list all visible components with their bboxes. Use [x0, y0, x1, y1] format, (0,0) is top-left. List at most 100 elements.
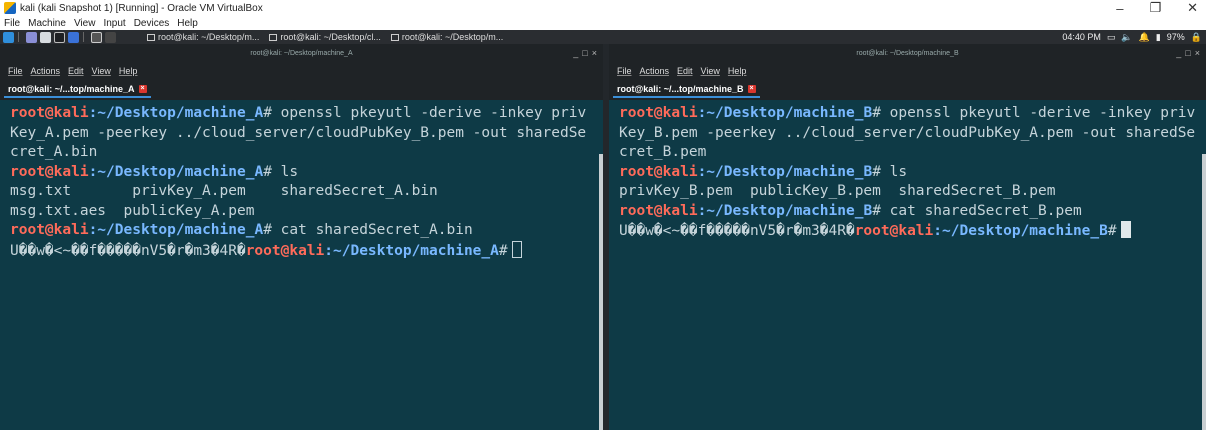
- taskbar-item-cloud[interactable]: root@kali: ~/Desktop/cl...: [266, 31, 383, 43]
- terminal-icon: [147, 33, 155, 41]
- command-text: ls: [880, 163, 908, 180]
- terminal-output[interactable]: root@kali:~/Desktop/machine_A# openssl p…: [0, 100, 603, 265]
- prompt-user: root@kali: [854, 223, 934, 239]
- terminal-tabbar: root@kali: ~/...top/machine_A ×: [0, 80, 603, 100]
- menu-help[interactable]: Help: [177, 18, 198, 29]
- menu-file[interactable]: File: [617, 66, 632, 76]
- menu-input[interactable]: Input: [103, 18, 125, 29]
- maximize-button[interactable]: ❐: [1149, 0, 1161, 16]
- battery-level: 97%: [1166, 32, 1185, 42]
- taskbar-item-machine-a[interactable]: root@kali: ~/Desktop/m...: [144, 31, 262, 43]
- terminal-launcher-icon[interactable]: [54, 31, 65, 43]
- menu-view[interactable]: View: [92, 66, 111, 76]
- workspace-icon[interactable]: [26, 31, 37, 43]
- window-controls: – ❐ ✕: [1116, 0, 1198, 16]
- tab-label: root@kali: ~/...top/machine_A: [8, 84, 135, 94]
- menu-edit[interactable]: Edit: [68, 66, 84, 76]
- ls-output-row: msg.txt privKey_A.pem sharedSecret_A.bin: [10, 183, 438, 199]
- minimize-button[interactable]: –: [1116, 1, 1123, 16]
- minimize-button[interactable]: _: [1176, 48, 1181, 58]
- terminal-tab[interactable]: root@kali: ~/...top/machine_B ×: [613, 82, 760, 98]
- prompt-path: :~/Desktop/machine_A: [88, 222, 264, 238]
- clock[interactable]: 04:40 PM: [1062, 32, 1101, 42]
- command-text: cat sharedSecret_B.pem: [880, 202, 1082, 219]
- workspace-1-icon[interactable]: [91, 31, 102, 43]
- terminal-titlebar: root@kali: ~/Desktop/machine_B _ □ ×: [609, 44, 1206, 62]
- panel-separator: [18, 32, 19, 42]
- system-tray: 04:40 PM ▭ 🔈 🔔 ▮ 97% 🔒: [1062, 30, 1202, 44]
- lock-icon[interactable]: 🔒: [1191, 32, 1202, 43]
- kali-menu-icon[interactable]: [3, 31, 14, 43]
- prompt-path: :~/Desktop/machine_B: [697, 163, 873, 180]
- terminal-titlebar: root@kali: ~/Desktop/machine_A _ □ ×: [0, 44, 603, 62]
- prompt-user: root@kali: [245, 242, 325, 259]
- taskbar-item-machine-b[interactable]: root@kali: ~/Desktop/m...: [388, 31, 506, 43]
- kali-panel: root@kali: ~/Desktop/m... root@kali: ~/D…: [0, 30, 1206, 44]
- close-button[interactable]: ×: [1195, 48, 1200, 58]
- window-title: kali (kali Snapshot 1) [Running] - Oracl…: [20, 2, 263, 14]
- vbox-titlebar: kali (kali Snapshot 1) [Running] - Oracl…: [0, 0, 1206, 16]
- prompt-user: root@kali: [10, 105, 89, 121]
- binary-output: U��w�<~��f�����nV5�r�m3�4R�: [10, 242, 246, 259]
- panel-separator: [83, 32, 84, 42]
- minimize-button[interactable]: _: [573, 48, 578, 58]
- display-icon[interactable]: ▭: [1107, 32, 1116, 43]
- battery-icon[interactable]: ▮: [1156, 32, 1161, 43]
- prompt-user: root@kali: [10, 163, 89, 180]
- notification-bell-icon[interactable]: 🔔: [1139, 32, 1150, 43]
- menu-view[interactable]: View: [74, 18, 96, 29]
- maximize-button[interactable]: □: [1185, 48, 1190, 58]
- volume-icon[interactable]: 🔈: [1121, 32, 1132, 43]
- prompt-user: root@kali: [619, 202, 698, 219]
- terminal-window-machine-a[interactable]: root@kali: ~/Desktop/machine_A _ □ × Fil…: [0, 44, 603, 430]
- virtualbox-icon: [4, 2, 16, 14]
- tab-close-icon[interactable]: ×: [138, 85, 147, 93]
- maximize-button[interactable]: □: [582, 48, 587, 58]
- prompt-path: :~/Desktop/machine_A: [88, 105, 264, 121]
- tab-label: root@kali: ~/...top/machine_B: [617, 84, 744, 94]
- terminal-title: root@kali: ~/Desktop/machine_B: [856, 49, 959, 57]
- text-cursor: [1120, 221, 1131, 238]
- menu-view[interactable]: View: [701, 66, 720, 76]
- file-manager-icon[interactable]: [40, 31, 51, 43]
- terminal-output[interactable]: root@kali:~/Desktop/machine_B# openssl p…: [609, 100, 1206, 246]
- binary-output: U��w�<~��f�����nV5�r�m3�4R�: [619, 223, 855, 239]
- terminal-icon: [390, 33, 399, 41]
- prompt-user: root@kali: [10, 222, 89, 238]
- browser-icon[interactable]: [68, 31, 79, 43]
- menu-devices[interactable]: Devices: [134, 18, 170, 29]
- prompt-symbol: #: [263, 222, 272, 238]
- menu-help[interactable]: Help: [728, 66, 747, 76]
- close-button[interactable]: ×: [592, 48, 597, 58]
- menu-machine[interactable]: Machine: [28, 18, 66, 29]
- text-cursor: [511, 240, 522, 258]
- ls-output-row: msg.txt.aes publicKey_A.pem: [10, 202, 255, 219]
- prompt-symbol: #: [498, 242, 508, 259]
- prompt-path: :~/Desktop/machine_B: [697, 202, 873, 219]
- menu-file[interactable]: File: [8, 66, 23, 76]
- command-text: cat sharedSecret_A.bin: [271, 222, 473, 238]
- terminal-icon: [269, 33, 278, 41]
- terminal-window-machine-b[interactable]: root@kali: ~/Desktop/machine_B _ □ × Fil…: [609, 44, 1206, 430]
- terminal-tab[interactable]: root@kali: ~/...top/machine_A ×: [4, 82, 151, 98]
- terminal-menubar: File Actions Edit View Help: [0, 62, 603, 80]
- command-text: ls: [271, 163, 299, 180]
- vbox-menubar: File Machine View Input Devices Help: [0, 16, 1206, 30]
- ls-output-row: privKey_B.pem publicKey_B.pem sharedSecr…: [619, 183, 1056, 199]
- terminal-menubar: File Actions Edit View Help: [609, 62, 1206, 80]
- prompt-symbol: #: [263, 163, 272, 180]
- prompt-user: root@kali: [619, 163, 698, 180]
- terminal-tabbar: root@kali: ~/...top/machine_B ×: [609, 80, 1206, 100]
- prompt-symbol: #: [872, 105, 881, 121]
- menu-actions[interactable]: Actions: [31, 66, 61, 76]
- terminal-controls: _ □ ×: [573, 44, 597, 62]
- menu-actions[interactable]: Actions: [640, 66, 670, 76]
- prompt-symbol: #: [1107, 223, 1117, 239]
- workspace-2-icon[interactable]: [105, 31, 116, 43]
- close-button[interactable]: ✕: [1187, 0, 1198, 16]
- menu-edit[interactable]: Edit: [677, 66, 693, 76]
- menu-file[interactable]: File: [4, 18, 20, 29]
- tab-close-icon[interactable]: ×: [747, 85, 756, 93]
- scrollbar[interactable]: [1202, 154, 1206, 430]
- menu-help[interactable]: Help: [119, 66, 138, 76]
